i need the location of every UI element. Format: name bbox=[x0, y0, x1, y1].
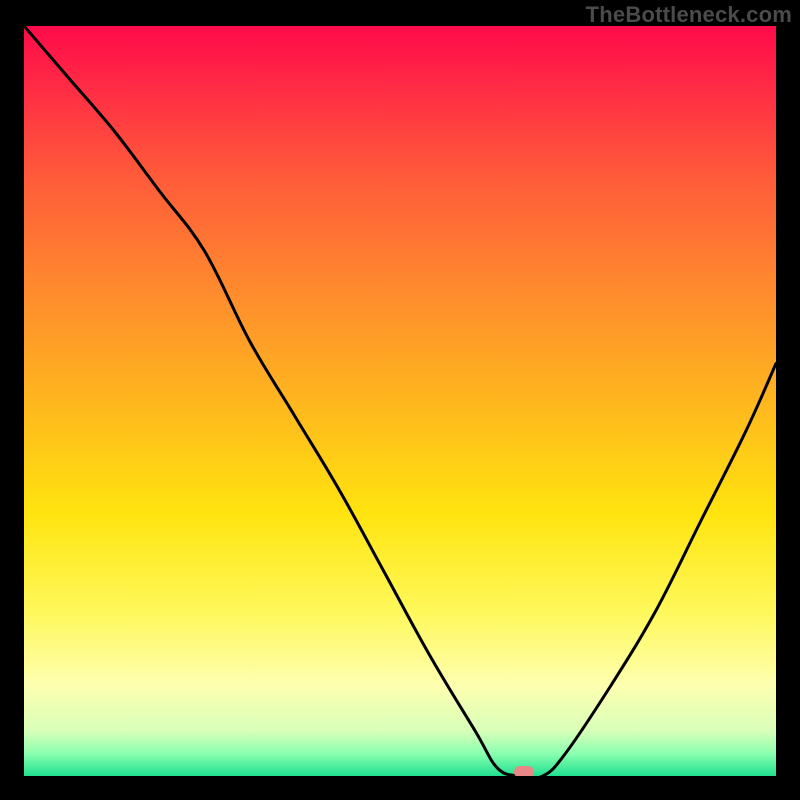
chart-container: TheBottleneck.com bbox=[0, 0, 800, 800]
plot-area bbox=[24, 26, 776, 776]
curve-path bbox=[24, 26, 776, 776]
optimal-marker bbox=[514, 766, 534, 776]
bottleneck-curve bbox=[24, 26, 776, 776]
watermark-text: TheBottleneck.com bbox=[586, 2, 792, 28]
